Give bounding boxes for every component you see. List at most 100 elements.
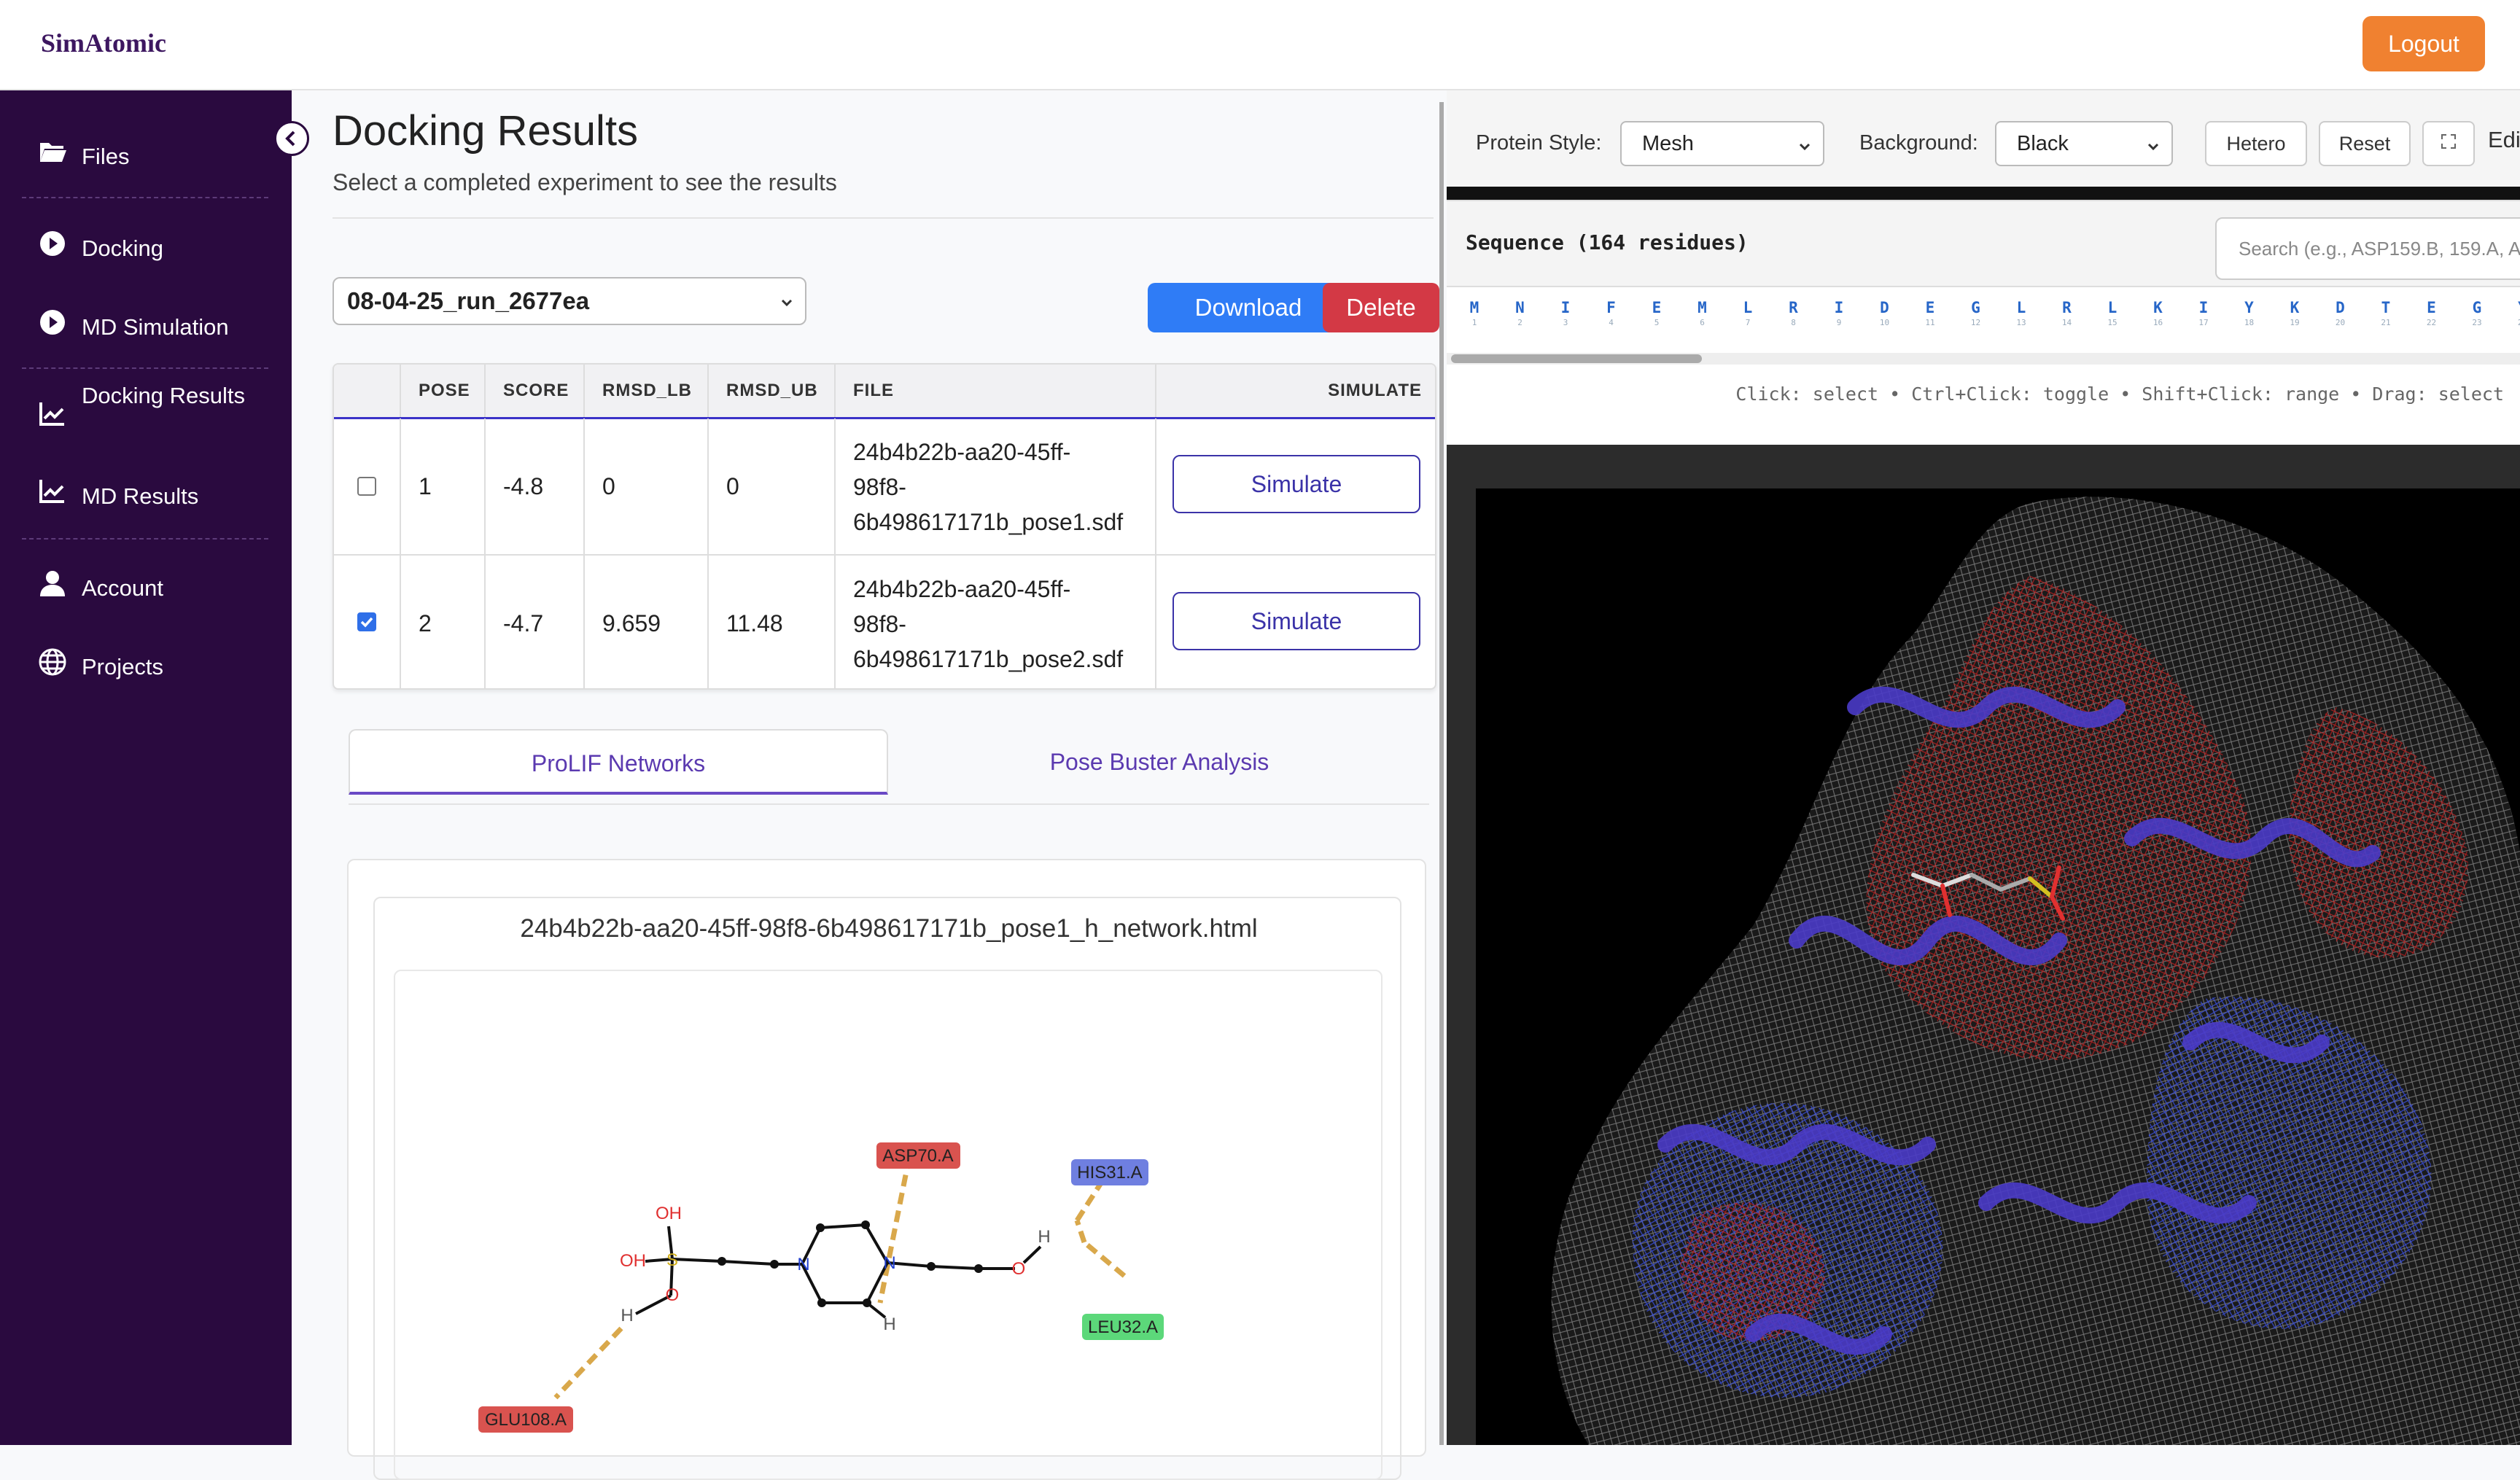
residue-number: 22 (2417, 318, 2446, 327)
residue-letter[interactable]: I (1824, 299, 1854, 316)
residue-letter[interactable]: R (2053, 299, 2082, 316)
bond (722, 1261, 774, 1264)
residue-letter[interactable]: L (1733, 299, 1762, 316)
sidebar-item-label: Docking (82, 230, 163, 267)
residue-letter[interactable]: G (1961, 299, 1991, 316)
sidebar-item-files[interactable]: Files (0, 120, 292, 185)
sidebar-divider (22, 367, 268, 369)
atom-node (861, 1220, 870, 1229)
sidebar-item-label: Projects (82, 649, 163, 685)
background-select[interactable]: Black (1995, 121, 2173, 166)
residue-letter[interactable]: I (1551, 299, 1580, 316)
sidebar-item-projects[interactable]: Projects (0, 630, 292, 696)
logout-button[interactable]: Logout (2362, 16, 2485, 71)
experiment-select-value: 08-04-25_run_2677ea (347, 287, 589, 314)
row-checkbox[interactable] (357, 477, 376, 496)
residue-number: 2 (1506, 318, 1535, 327)
sidebar-item-label: Account (82, 570, 163, 607)
residue-letter[interactable]: K (2280, 299, 2309, 316)
file-name-line: 98f8- (853, 607, 1155, 642)
residue-letter[interactable]: L (2098, 299, 2127, 316)
atom-label-n: N (883, 1253, 895, 1273)
residue-search-input[interactable]: Search (e.g., ASP159.B, 159.A, A (2215, 217, 2520, 280)
residue-letter[interactable]: M (1688, 299, 1717, 316)
column-header-rmsd-ub[interactable]: RMSD_UB (709, 365, 836, 417)
background-label: Background: (1859, 131, 1978, 155)
residue-letter[interactable]: M (1460, 299, 1489, 316)
pose-cell: 2 (401, 554, 486, 690)
file-name-line: 24b4b22b-aa20-45ff- (853, 435, 1155, 470)
column-header-pose[interactable]: POSE (401, 365, 486, 417)
residue-letter[interactable]: L (2007, 299, 2036, 316)
download-button[interactable]: Download (1148, 283, 1349, 332)
simulate-button[interactable]: Simulate (1172, 455, 1420, 513)
sequence-scrollbar[interactable] (1447, 353, 2520, 365)
score-cell: -4.7 (486, 554, 585, 690)
sidebar-item-docking-results[interactable]: Docking Results (0, 378, 292, 451)
residue-letter[interactable]: K (2144, 299, 2173, 316)
interaction-network[interactable]: OH OH S O H N N H O H ASP70.A (394, 970, 1382, 1480)
residue-label-his31: HIS31.A (1077, 1163, 1142, 1183)
protein-3d-canvas[interactable] (1476, 488, 2520, 1445)
experiment-select[interactable]: 08-04-25_run_2677ea (332, 277, 806, 325)
residue-number: 14 (2053, 318, 2082, 327)
file-cell: 24b4b22b-aa20-45ff- 98f8- 6b498617171b_p… (836, 554, 1156, 690)
sequence-header: Sequence (164 residues) Search (e.g., AS… (1447, 201, 2520, 287)
column-header-rmsd-lb[interactable]: RMSD_LB (585, 365, 709, 417)
residue-letter[interactable]: I (2189, 299, 2218, 316)
hetero-button[interactable]: Hetero (2205, 121, 2307, 166)
residue-letter[interactable]: Y (2508, 299, 2520, 316)
residue-letter[interactable]: E (1916, 299, 1945, 316)
protein-style-select[interactable]: Mesh (1620, 121, 1824, 166)
residue-letter[interactable]: F (1597, 299, 1626, 316)
residue-letter[interactable]: E (2417, 299, 2446, 316)
sidebar-item-md-simulation[interactable]: MD Simulation (0, 290, 292, 356)
expand-icon (2440, 133, 2457, 150)
panel-resize-handle[interactable] (1439, 102, 1444, 1445)
column-header-simulate: SIMULATE (1156, 365, 1436, 417)
atom-label-h: H (883, 1315, 895, 1334)
residue-letter[interactable]: D (1870, 299, 1899, 316)
rmsd-lb-cell: 9.659 (585, 554, 709, 690)
play-circle-icon (38, 229, 67, 258)
sidebar-item-account[interactable]: Account (0, 551, 292, 617)
residue-number: 4 (1597, 318, 1626, 327)
atom-label-o: O (666, 1285, 680, 1305)
network-file-title: 24b4b22b-aa20-45ff-98f8-6b498617171b_pos… (375, 914, 1403, 943)
atom-node (718, 1257, 726, 1266)
residue-letter[interactable]: D (2326, 299, 2355, 316)
residue-number: 9 (1824, 318, 1854, 327)
residue-letter[interactable]: E (1642, 299, 1671, 316)
residue-label-asp70: ASP70.A (882, 1146, 953, 1166)
tab-prolif-networks[interactable]: ProLIF Networks (349, 729, 888, 795)
protein-style-label: Protein Style: (1476, 131, 1601, 155)
edit-label[interactable]: Edi (2488, 127, 2520, 153)
sidebar-item-label: Docking Results (82, 378, 257, 414)
scrollbar-thumb[interactable] (1451, 354, 1702, 363)
reset-button[interactable]: Reset (2319, 121, 2411, 166)
top-header: SimAtomic Logout (0, 0, 2520, 90)
network-graph: OH OH S O H N N H O H ASP70.A (395, 971, 1381, 1474)
residue-letter[interactable]: Y (2235, 299, 2264, 316)
fullscreen-button[interactable] (2422, 121, 2475, 166)
pose-cell: 1 (401, 418, 486, 554)
residue-letter[interactable]: R (1779, 299, 1808, 316)
brand-logo[interactable]: SimAtomic (41, 28, 166, 58)
atom-label-h: H (1038, 1227, 1050, 1247)
row-checkbox-checked[interactable] (357, 612, 376, 631)
sidebar-item-md-results[interactable]: MD Results (0, 459, 292, 525)
residue-letter[interactable]: N (1506, 299, 1535, 316)
sidebar-item-label: Files (82, 139, 129, 175)
tab-pose-buster-analysis[interactable]: Pose Buster Analysis (890, 729, 1429, 795)
column-header-file[interactable]: FILE (836, 365, 1156, 417)
delete-button[interactable]: Delete (1323, 283, 1439, 332)
residue-letter[interactable]: T (2371, 299, 2400, 316)
residue-letter[interactable]: G (2462, 299, 2492, 316)
interaction-line (880, 1157, 909, 1303)
sidebar-item-docking[interactable]: Docking (0, 211, 292, 277)
atom-node (927, 1262, 936, 1271)
column-header-score[interactable]: SCORE (486, 365, 585, 417)
atom-node (974, 1264, 983, 1273)
simulate-button[interactable]: Simulate (1172, 592, 1420, 650)
file-name-line: 6b498617171b_pose2.sdf (853, 642, 1155, 677)
